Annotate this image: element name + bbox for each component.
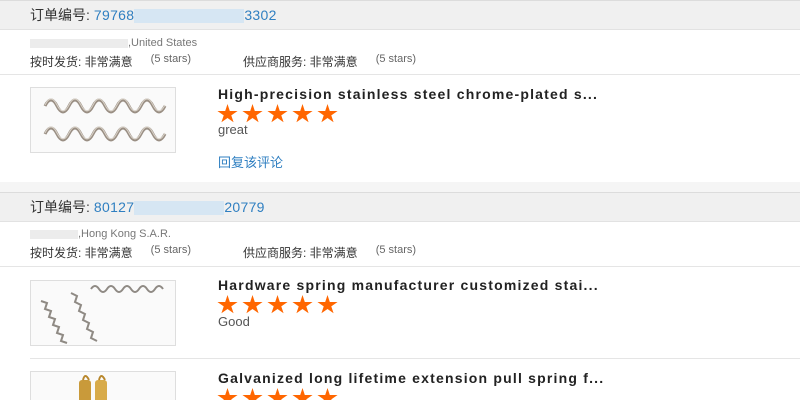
redacted-name bbox=[30, 38, 128, 48]
delivery-rating-label: 按时发货: 非常满意 bbox=[30, 55, 133, 69]
star-icon bbox=[217, 104, 238, 123]
star-icon bbox=[267, 295, 288, 314]
buyer-location: ,Hong Kong S.A.R. bbox=[0, 228, 800, 240]
buyer-location: ,United States bbox=[0, 37, 800, 49]
service-rating-label: 供应商服务: 非常满意 bbox=[243, 246, 358, 260]
review-comment: Good bbox=[218, 314, 250, 329]
star-icon bbox=[242, 104, 263, 123]
order-number-suffix: 20779 bbox=[224, 198, 265, 215]
redacted-name bbox=[30, 229, 78, 239]
star-icon bbox=[217, 295, 238, 314]
reply-to-review-link[interactable]: 回复该评论 bbox=[218, 152, 283, 171]
order-number-prefix: 80127 bbox=[93, 198, 135, 215]
star-icon bbox=[292, 295, 313, 314]
order-number-label: 订单编号: bbox=[30, 7, 90, 23]
delivery-rating-stars: (5 stars) bbox=[150, 53, 192, 65]
divider bbox=[0, 74, 800, 75]
service-rating-label: 供应商服务: 非常满意 bbox=[243, 55, 358, 69]
order-number[interactable]: 79768 3302 bbox=[93, 6, 277, 24]
redacted-block bbox=[134, 9, 245, 24]
rating-stars bbox=[217, 295, 338, 315]
order-header: 订单编号: 80127 20779 bbox=[0, 192, 800, 222]
order-separator bbox=[0, 182, 800, 192]
review-comment: great bbox=[218, 122, 248, 137]
order-number-prefix: 79768 bbox=[93, 6, 135, 23]
location-text: ,Hong Kong S.A.R. bbox=[78, 228, 171, 240]
star-icon bbox=[242, 388, 263, 400]
delivery-rating: 按时发货: 非常满意 (5 stars) bbox=[30, 53, 191, 70]
rating-stars bbox=[217, 104, 338, 124]
location-text: ,United States bbox=[128, 37, 198, 49]
star-icon bbox=[292, 104, 313, 123]
divider bbox=[30, 358, 800, 359]
service-rating-stars: (5 stars) bbox=[375, 244, 417, 256]
service-rating-stars: (5 stars) bbox=[375, 53, 417, 65]
order-number-suffix: 3302 bbox=[244, 6, 277, 23]
product-title[interactable]: Hardware spring manufacturer customized … bbox=[218, 277, 599, 293]
product-thumbnail[interactable] bbox=[30, 371, 176, 400]
divider bbox=[0, 266, 800, 267]
order-ratings: 按时发货: 非常满意 (5 stars) 供应商服务: 非常满意 (5 star… bbox=[0, 53, 800, 70]
delivery-rating-stars: (5 stars) bbox=[150, 244, 192, 256]
order-number[interactable]: 80127 20779 bbox=[93, 198, 265, 216]
redacted-block bbox=[134, 201, 225, 216]
order-number-label: 订单编号: bbox=[30, 199, 90, 215]
spring-image bbox=[40, 285, 164, 344]
product-title[interactable]: Galvanized long lifetime extension pull … bbox=[218, 370, 604, 386]
star-icon bbox=[317, 388, 338, 400]
product-thumbnail[interactable] bbox=[30, 280, 176, 346]
star-icon bbox=[292, 388, 313, 400]
star-icon bbox=[267, 104, 288, 123]
service-rating: 供应商服务: 非常满意 (5 stars) bbox=[243, 53, 416, 70]
product-title[interactable]: High-precision stainless steel chrome-pl… bbox=[218, 86, 598, 102]
product-thumbnail[interactable] bbox=[30, 87, 176, 153]
star-icon bbox=[317, 295, 338, 314]
delivery-rating-label: 按时发货: 非常满意 bbox=[30, 246, 133, 260]
delivery-rating: 按时发货: 非常满意 (5 stars) bbox=[30, 244, 191, 261]
star-icon bbox=[317, 104, 338, 123]
order-ratings: 按时发货: 非常满意 (5 stars) 供应商服务: 非常满意 (5 star… bbox=[0, 244, 800, 261]
star-icon bbox=[217, 388, 238, 400]
star-icon bbox=[267, 388, 288, 400]
order-header: 订单编号: 79768 3302 bbox=[0, 0, 800, 30]
star-icon bbox=[242, 295, 263, 314]
spring-image bbox=[79, 375, 107, 400]
service-rating: 供应商服务: 非常满意 (5 stars) bbox=[243, 244, 416, 261]
rating-stars bbox=[217, 388, 338, 400]
spring-image bbox=[43, 98, 167, 142]
